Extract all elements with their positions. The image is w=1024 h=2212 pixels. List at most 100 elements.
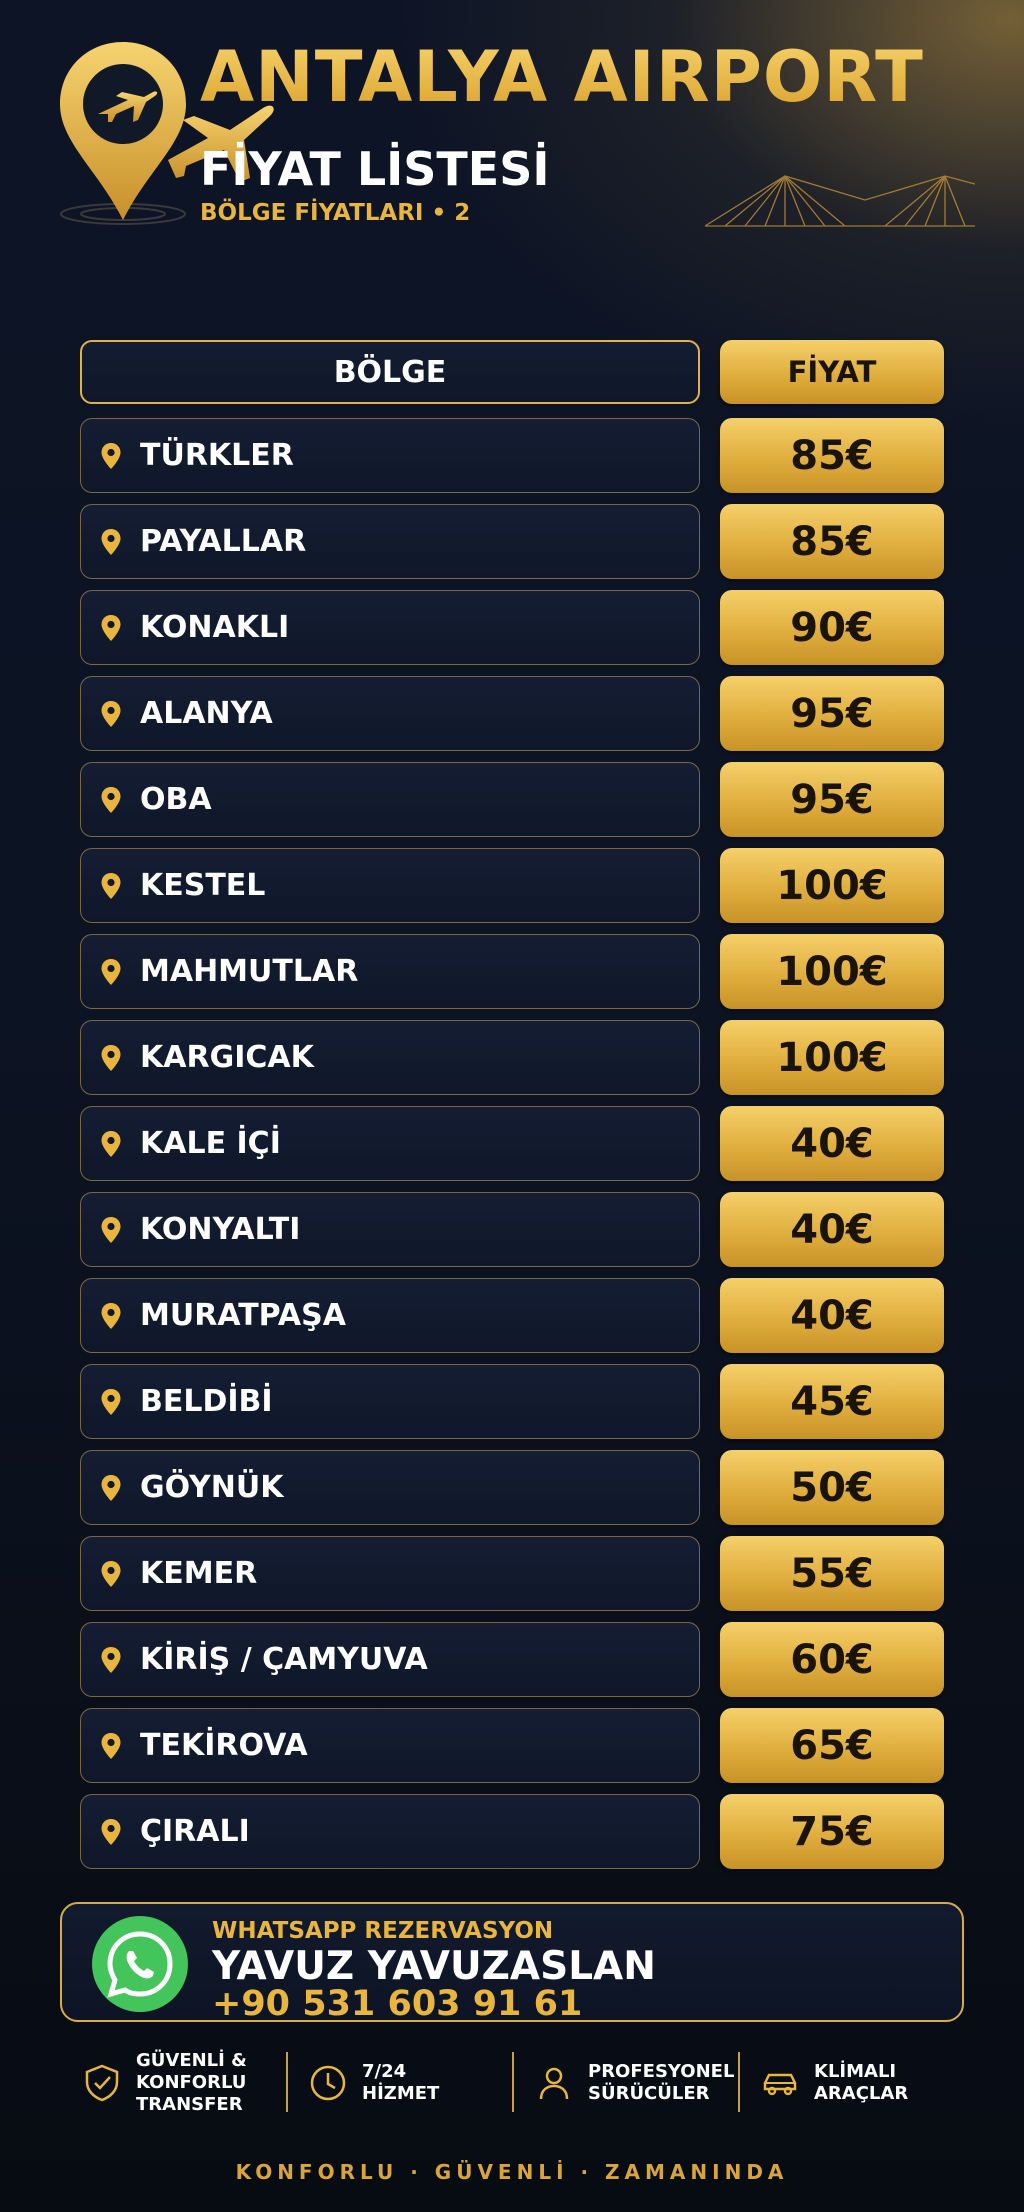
price-cell: 95€	[720, 676, 944, 751]
price-cell: 40€	[720, 1106, 944, 1181]
location-pin-icon	[101, 700, 121, 727]
region-name: KALE İÇİ	[140, 1126, 281, 1161]
price-cell: 40€	[720, 1192, 944, 1267]
location-pin-icon	[101, 786, 121, 813]
region-name: TÜRKLER	[140, 438, 294, 473]
contact-phone[interactable]: +90 531 603 91 61	[212, 1984, 582, 2024]
region-name: ÇIRALI	[140, 1814, 250, 1849]
location-pin-icon	[101, 872, 121, 899]
table-row: BELDİBİ 45€	[80, 1364, 944, 1439]
region-name: OBA	[140, 782, 212, 817]
region-cell: MAHMUTLAR	[80, 934, 700, 1009]
price-cell: 45€	[720, 1364, 944, 1439]
price-list-poster: ANTALYA AIRPORT FİYAT LİSTESİ BÖLGE FİYA…	[0, 0, 1024, 2212]
region-cell: OBA	[80, 762, 700, 837]
feature-pro-drivers: PROFESYONEL SÜRÜCÜLER	[512, 2048, 738, 2118]
location-pin-icon	[101, 958, 121, 985]
location-pin-icon	[101, 1388, 121, 1415]
location-pin-icon	[101, 614, 121, 641]
price-cell: 85€	[720, 504, 944, 579]
region-name: MAHMUTLAR	[140, 954, 359, 989]
whatsapp-icon[interactable]	[92, 1916, 188, 2012]
page-subtitle: FİYAT LİSTESİ	[200, 142, 550, 196]
table-row: PAYALLAR 85€	[80, 504, 944, 579]
features-bar: GÜVENLİ & KONFORLU TRANSFER 7/24 HİZMET …	[60, 2048, 964, 2118]
location-pin-icon	[101, 1818, 121, 1845]
region-cell: KİRİŞ / ÇAMYUVA	[80, 1622, 700, 1697]
region-cell: KONAKLI	[80, 590, 700, 665]
region-cell: KONYALTI	[80, 1192, 700, 1267]
location-pin-icon	[101, 1474, 121, 1501]
whatsapp-contact-box[interactable]: WHATSAPP REZERVASYON YAVUZ YAVUZASLAN +9…	[60, 1902, 964, 2024]
table-row: KONYALTI 40€	[80, 1192, 944, 1267]
price-cell: 60€	[720, 1622, 944, 1697]
region-cell: TÜRKLER	[80, 418, 700, 493]
location-pin-icon	[101, 1216, 121, 1243]
table-row: ALANYA 95€	[80, 676, 944, 751]
region-name: ALANYA	[140, 696, 273, 731]
price-cell: 85€	[720, 418, 944, 493]
price-column-header: FİYAT	[720, 340, 944, 404]
location-pin-icon	[101, 442, 121, 469]
table-row: MAHMUTLAR 100€	[80, 934, 944, 1009]
region-cell: KESTEL	[80, 848, 700, 923]
table-row: KONAKLI 90€	[80, 590, 944, 665]
location-pin-icon	[101, 528, 121, 555]
location-pin-icon	[101, 1732, 121, 1759]
location-pin-icon	[101, 1560, 121, 1587]
region-column-header: BÖLGE	[80, 340, 700, 404]
user-icon	[539, 2067, 569, 2100]
feature-24-7: 7/24 HİZMET	[286, 2048, 512, 2118]
region-cell: TEKİROVA	[80, 1708, 700, 1783]
region-name: KARGICAK	[140, 1040, 314, 1075]
feature-text: GÜVENLİ & KONFORLU TRANSFER	[136, 2050, 247, 2115]
table-row: KARGICAK 100€	[80, 1020, 944, 1095]
feature-text: PROFESYONEL SÜRÜCÜLER	[588, 2061, 735, 2104]
price-cell: 90€	[720, 590, 944, 665]
price-cell: 55€	[720, 1536, 944, 1611]
feature-safe-transfer: GÜVENLİ & KONFORLU TRANSFER	[60, 2048, 286, 2118]
table-row: MURATPAŞA 40€	[80, 1278, 944, 1353]
region-name: KONYALTI	[140, 1212, 301, 1247]
location-pin-icon	[101, 1130, 121, 1157]
contact-label: WHATSAPP REZERVASYON	[212, 1918, 554, 1944]
region-name: TEKİROVA	[140, 1728, 308, 1763]
table-row: ÇIRALI 75€	[80, 1794, 944, 1869]
table-row: TEKİROVA 65€	[80, 1708, 944, 1783]
price-table: BÖLGE FİYAT TÜRKLER 85€ PAYALLAR 85€ KONAKLI…	[80, 340, 944, 1880]
region-name: KESTEL	[140, 868, 266, 903]
region-cell: KALE İÇİ	[80, 1106, 700, 1181]
region-name: GÖYNÜK	[140, 1470, 284, 1505]
table-row: KEMER 55€	[80, 1536, 944, 1611]
feature-ac-vehicles: KLİMALI ARAÇLAR	[738, 2048, 964, 2118]
table-row: KESTEL 100€	[80, 848, 944, 923]
region-cell: BELDİBİ	[80, 1364, 700, 1439]
region-name: KONAKLI	[140, 610, 290, 645]
price-cell: 65€	[720, 1708, 944, 1783]
region-name: KİRİŞ / ÇAMYUVA	[140, 1642, 428, 1677]
footer-slogan: KONFORLU · GÜVENLİ · ZAMANINDA	[235, 2160, 789, 2184]
feature-text: KLİMALI ARAÇLAR	[814, 2061, 909, 2104]
table-row: KİRİŞ / ÇAMYUVA 60€	[80, 1622, 944, 1697]
region-cell: MURATPAŞA	[80, 1278, 700, 1353]
feature-text: 7/24 HİZMET	[362, 2061, 440, 2104]
region-name: KEMER	[140, 1556, 258, 1591]
table-row: GÖYNÜK 50€	[80, 1450, 944, 1525]
region-cell: ÇIRALI	[80, 1794, 700, 1869]
location-pin-icon	[101, 1044, 121, 1071]
bridge-decoration	[705, 175, 975, 227]
price-cell: 95€	[720, 762, 944, 837]
clock-icon	[310, 2065, 346, 2101]
price-cell: 50€	[720, 1450, 944, 1525]
table-header: BÖLGE FİYAT	[80, 340, 944, 404]
location-pin-icon	[101, 1302, 121, 1329]
price-cell: 40€	[720, 1278, 944, 1353]
region-name: MURATPAŞA	[140, 1298, 346, 1333]
table-row: KALE İÇİ 40€	[80, 1106, 944, 1181]
region-cell: KARGICAK	[80, 1020, 700, 1095]
region-name: PAYALLAR	[140, 524, 307, 559]
region-name: BELDİBİ	[140, 1384, 273, 1419]
price-cell: 100€	[720, 934, 944, 1009]
table-row: TÜRKLER 85€	[80, 418, 944, 493]
price-cell: 75€	[720, 1794, 944, 1869]
